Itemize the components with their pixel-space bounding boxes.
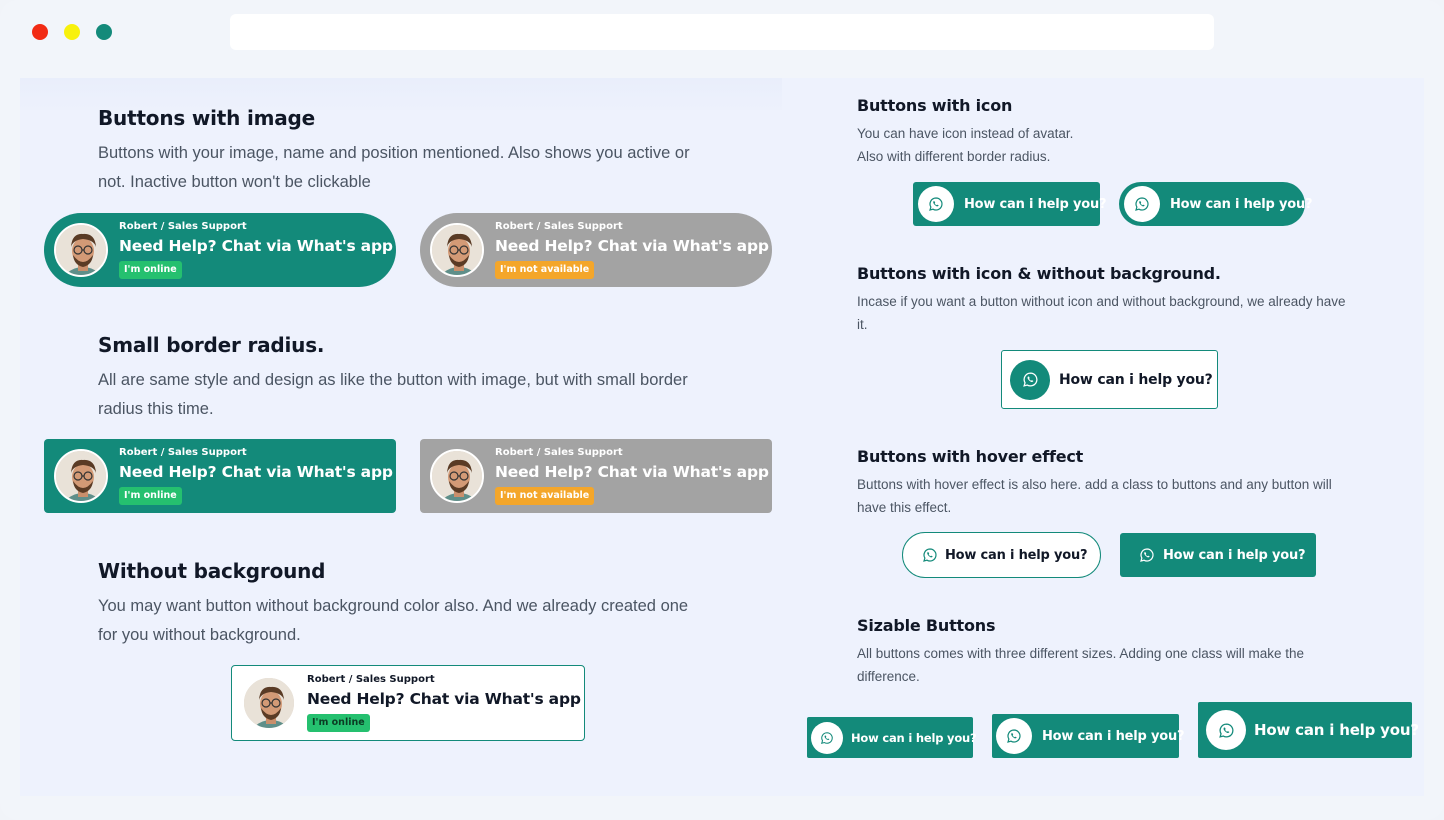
close-window-button[interactable] [32,24,48,40]
help-button-medium[interactable]: How can i help you? [992,714,1185,758]
help-label: How can i help you? [1059,371,1213,388]
chat-button-pill-online[interactable]: Robert / Sales Support Need Help? Chat v… [44,213,396,287]
agent-role: Robert / Sales Support [307,674,435,685]
whatsapp-icon [811,721,843,754]
avatar [54,223,108,277]
button-title: Need Help? Chat via What's app [119,237,393,255]
whatsapp-icon [918,186,954,222]
address-bar[interactable] [230,14,1214,50]
chat-button-rounded-online[interactable]: Robert / Sales Support Need Help? Chat v… [44,439,396,513]
button-title: Need Help? Chat via What's app [119,463,393,481]
section-desc-icon-buttons: You can have icon instead of avatar. Als… [857,126,1074,164]
button-title: Need Help? Chat via What's app [495,237,769,255]
minimize-window-button[interactable] [64,24,80,40]
section-desc-image-buttons: Buttons with your image, name and positi… [98,144,690,191]
section-title-without-background: Without background [98,559,326,583]
whatsapp-icon [1010,359,1050,400]
avatar [242,676,296,730]
agent-role: Robert / Sales Support [495,447,623,458]
chat-button-rounded-offline: Robert / Sales Support Need Help? Chat v… [420,439,772,513]
whatsapp-icon [922,547,938,563]
help-button-outline[interactable]: How can i help you? [1001,350,1218,409]
button-title: Need Help? Chat via What's app [495,463,769,481]
help-label: How can i help you? [851,730,977,745]
help-button-rounded[interactable]: How can i help you? [1119,182,1313,226]
status-badge-online: I'm online [119,487,182,505]
help-label: How can i help you? [1163,547,1306,563]
help-button-square[interactable]: How can i help you? [913,182,1107,226]
chat-button-outline-online[interactable]: Robert / Sales Support Need Help? Chat v… [231,665,585,741]
section-title-icon-no-background: Buttons with icon & without background. [857,264,1221,283]
help-label: How can i help you? [1042,728,1185,744]
section-desc-sizable: All buttons comes with three different s… [857,646,1304,684]
agent-role: Robert / Sales Support [119,447,247,458]
chat-button-pill-offline: Robert / Sales Support Need Help? Chat v… [420,213,772,287]
section-title-icon-buttons: Buttons with icon [857,96,1013,115]
agent-role: Robert / Sales Support [495,221,623,232]
help-label: How can i help you? [1170,196,1313,212]
whatsapp-icon [1124,186,1160,222]
help-button-large[interactable]: How can i help you? [1198,702,1419,758]
help-button-hover-outline[interactable]: How can i help you? [902,532,1101,578]
section-desc-without-background: You may want button without background c… [98,597,689,644]
browser-window: Buttons with image Buttons with your ima… [0,0,1444,820]
whatsapp-icon [1139,547,1155,563]
section-title-image-buttons: Buttons with image [98,106,316,130]
avatar [430,449,484,503]
status-badge-unavailable: I'm not available [495,261,595,279]
avatar [430,223,484,277]
maximize-window-button[interactable] [96,24,112,40]
section-title-sizable: Sizable Buttons [857,616,996,635]
section-desc-icon-no-background: Incase if you want a button without icon… [857,294,1346,332]
help-label: How can i help you? [964,196,1107,212]
section-desc-hover-effect: Buttons with hover effect is also here. … [857,477,1332,515]
whatsapp-icon [996,718,1032,754]
section-title-hover-effect: Buttons with hover effect [857,447,1084,466]
section-title-small-radius: Small border radius. [98,333,325,357]
help-button-small[interactable]: How can i help you? [807,717,977,758]
status-badge-online: I'm online [119,261,182,279]
avatar [54,449,108,503]
agent-role: Robert / Sales Support [119,221,247,232]
help-label: How can i help you? [945,547,1088,563]
button-title: Need Help? Chat via What's app [307,690,581,708]
status-badge-online: I'm online [307,714,370,732]
help-label: How can i help you? [1254,721,1419,739]
status-badge-unavailable: I'm not available [495,487,595,505]
section-desc-small-radius: All are same style and design as like th… [98,371,688,418]
whatsapp-icon [1206,710,1246,750]
help-button-hover-filled[interactable]: How can i help you? [1120,533,1316,577]
